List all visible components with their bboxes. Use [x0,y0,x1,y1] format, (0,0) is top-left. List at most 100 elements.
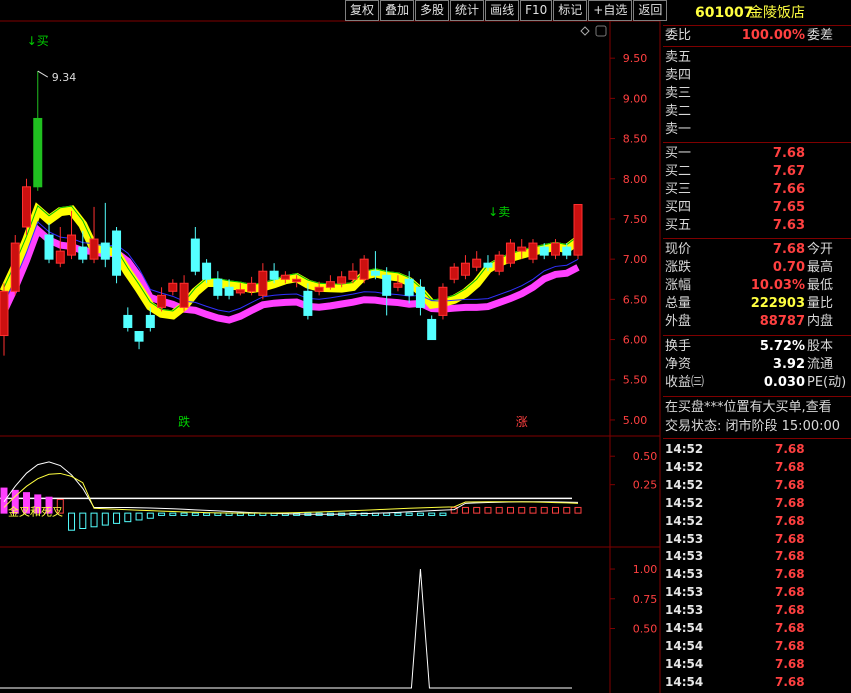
stat2-right-label: 流通 [807,357,834,372]
fuquan-button[interactable]: 复权 [345,0,380,21]
mark-button[interactable]: 标记 [553,0,588,21]
signal-marker: 跌 [178,414,190,429]
tick-time: 14:52 [665,442,704,456]
add-watchlist-button[interactable]: +自选 [588,0,633,21]
macd-bar [203,512,211,516]
y-tick-label: 6.00 [623,334,648,347]
buy-row: 买二 7.67 [663,163,851,181]
buy-row: 买五 7.63 [663,217,851,235]
candle-body [517,246,527,252]
tick-price: 7.68 [775,477,805,492]
buy-row: 买三 7.66 [663,181,851,199]
macd-bar [416,512,424,516]
stat2-value: 0.030 [763,375,805,390]
macd-bar [101,512,109,526]
candle-body [247,282,257,292]
stat-row: 总量 222903 量比 [663,295,851,313]
high-label: 9.34 [52,71,77,84]
macd-bar [180,512,188,516]
stat2-label: 收益㈢ [665,375,705,390]
stat2-value: 5.72% [759,339,805,354]
candle-body [190,238,200,272]
buy-price: 7.68 [772,146,805,161]
tick-price: 7.68 [775,621,805,635]
candle-body [472,258,482,268]
sell-row: 卖二 [663,103,851,121]
diamond-icon [580,26,590,36]
sell-label: 卖五 [665,50,692,65]
y-tick-label: 7.00 [623,253,648,266]
macd-bar [518,506,526,514]
macd-bar [79,512,87,529]
y-tick-label: 9.50 [623,52,648,65]
buy-price: 7.67 [772,164,805,179]
candle-body [89,238,99,260]
stat-right-label: 量比 [807,296,834,311]
tick-time: 14:52 [665,513,704,528]
macd-bar [90,512,98,528]
candle-body [10,242,20,292]
sell-label: 卖一 [665,122,692,137]
tick-row: 14:52 7.68 [663,440,851,458]
candle-body [337,276,347,284]
candle-body [269,270,279,280]
candle-body [359,258,369,280]
macd-bar [529,506,537,514]
draw-line-button[interactable]: 画线 [485,0,520,21]
f10-button[interactable]: F10 [520,0,553,21]
buy-label: 买一 [665,146,692,161]
candle-body [449,266,459,280]
tick-price: 7.68 [775,603,805,618]
tick-price: 7.68 [775,442,805,456]
macd-bar [540,506,548,514]
macd-bar [68,512,76,531]
stat-right-label: 内盘 [807,314,834,329]
candle-body [78,246,88,260]
notice-row[interactable]: 在买盘***位置有大买单,查看 [663,399,851,417]
stat2-row: 收益㈢ 0.030 PE(动) [663,374,851,392]
candle-body [22,186,32,228]
tick-time: 14:54 [665,621,704,635]
sell-label: 卖三 [665,86,692,101]
buy-row: 买四 7.65 [663,199,851,217]
tick-price: 7.68 [775,656,805,671]
y-tick-label: 1.00 [633,563,658,576]
macd-bar [495,506,503,514]
macd-label: 金叉和死叉 [8,504,63,518]
y-tick-label: 5.50 [623,374,648,387]
tick-price: 7.68 [775,513,805,528]
candle-body [67,234,77,256]
candle-body [202,262,212,280]
macd-bar [135,512,143,521]
statistics-button[interactable]: 统计 [450,0,485,21]
quote-panel: 601007 金陵饭店 委比 100.00% 委差 卖五 卖四 卖三 卖二 卖一… [663,0,851,693]
toolbar: 复权 叠加 多股 统计 画线 F10 标记 +自选 返回 [345,0,668,21]
weicha-label: 委差 [807,28,834,43]
candle-body [550,242,560,256]
stat-value: 10.03% [750,278,805,293]
stat-value: 222903 [750,296,805,311]
y-tick-label: 7.50 [623,213,648,226]
candle-body [213,278,223,296]
candle-body [427,318,437,341]
macd-dea-line [3,472,579,514]
notice-text: 在买盘***位置有大买单,查看 [665,400,832,415]
macd-bar [0,487,8,514]
overlay-button[interactable]: 叠加 [380,0,415,21]
candle-body [325,281,335,288]
y-tick-label: 0.25 [633,479,658,492]
candle-body [370,270,380,276]
stat2-value: 3.92 [772,357,805,372]
stat-row: 涨跌 0.70 最高 [663,259,851,277]
candle-body [258,270,268,296]
tick-price: 7.68 [775,495,805,510]
macd-dif-line [3,461,579,515]
weibi-row: 委比 100.00% 委差 [663,27,851,45]
tick-time: 14:53 [665,585,704,600]
sell-label: 卖四 [665,68,692,83]
stock-name: 金陵饭店 [749,5,805,21]
candle-body [528,242,538,260]
multi-stock-button[interactable]: 多股 [415,0,450,21]
tick-price: 7.68 [775,549,805,564]
stat-right-label: 最高 [807,260,834,275]
